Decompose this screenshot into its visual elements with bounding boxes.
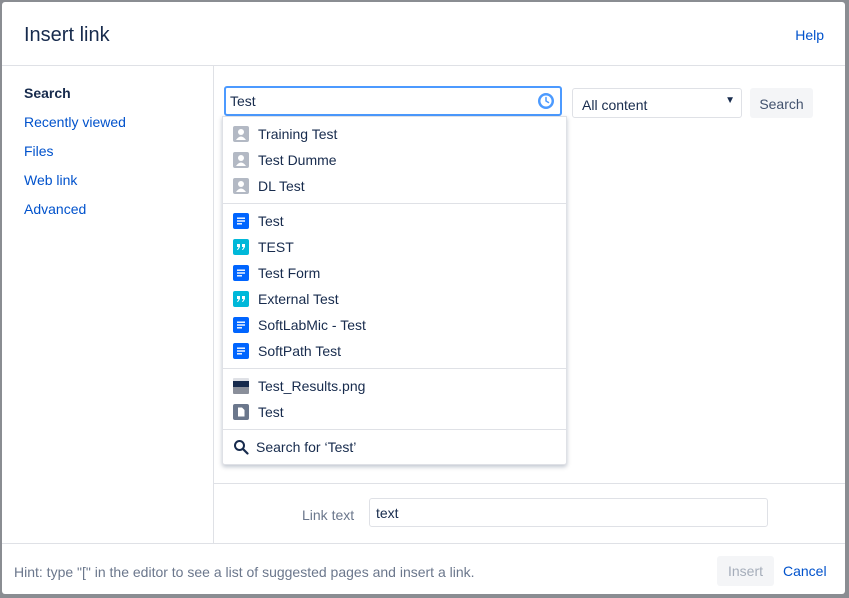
suggestion-page[interactable]: Test — [223, 208, 566, 234]
search-suggestions-dropdown: Training Test Test Dumme DL Test Test TE… — [222, 116, 567, 465]
suggestion-label: SoftPath Test — [258, 343, 342, 359]
page-icon — [233, 213, 249, 229]
suggestion-label: Test — [258, 213, 284, 229]
user-icon — [233, 178, 249, 194]
user-icon — [233, 126, 249, 142]
cancel-button[interactable]: Cancel — [783, 563, 827, 579]
page-icon — [233, 343, 249, 359]
user-icon — [233, 152, 249, 168]
image-icon — [233, 378, 249, 394]
blog-icon — [233, 239, 249, 255]
divider — [223, 203, 566, 204]
search-button[interactable]: Search — [750, 88, 813, 118]
suggestion-user[interactable]: DL Test — [223, 173, 566, 199]
content-scope-value: All content — [582, 97, 648, 113]
hint-text: Hint: type "[" in the editor to see a li… — [14, 564, 475, 580]
search-for-option[interactable]: Search for ‘Test’ — [223, 434, 566, 460]
sidebar-item-advanced[interactable]: Advanced — [24, 201, 86, 217]
suggestion-page[interactable]: SoftPath Test — [223, 338, 566, 364]
suggestion-label: TEST — [258, 239, 294, 255]
page-icon — [233, 265, 249, 281]
divider — [223, 368, 566, 369]
sidebar-item-web-link[interactable]: Web link — [24, 172, 77, 188]
search-icon — [234, 440, 249, 455]
sidebar-item-files[interactable]: Files — [24, 143, 54, 159]
clock-icon[interactable] — [537, 92, 555, 110]
link-text-input[interactable] — [369, 498, 768, 527]
help-link[interactable]: Help — [795, 27, 824, 43]
suggestion-page[interactable]: SoftLabMic - Test — [223, 312, 566, 338]
suggestion-blog[interactable]: External Test — [223, 286, 566, 312]
insert-button[interactable]: Insert — [717, 556, 774, 586]
search-input[interactable] — [230, 92, 530, 110]
divider — [223, 429, 566, 430]
page-icon — [233, 317, 249, 333]
divider — [214, 483, 845, 484]
sidebar: Search Recently viewed Files Web link Ad… — [2, 66, 214, 543]
suggestion-label: Test Form — [258, 265, 321, 281]
suggestion-file[interactable]: Test_Results.png — [223, 373, 566, 399]
dialog-footer: Hint: type "[" in the editor to see a li… — [2, 543, 845, 595]
file-icon — [233, 404, 249, 420]
content-scope-select[interactable]: All content ▼ — [572, 88, 742, 118]
blog-icon — [233, 291, 249, 307]
suggestion-user[interactable]: Training Test — [223, 121, 566, 147]
suggestion-label: Test Dumme — [258, 152, 337, 168]
suggestion-blog[interactable]: TEST — [223, 234, 566, 260]
suggestion-label: Test — [258, 404, 284, 420]
suggestion-user[interactable]: Test Dumme — [223, 147, 566, 173]
suggestion-page[interactable]: Test Form — [223, 260, 566, 286]
suggestion-label: Training Test — [258, 126, 338, 142]
link-text-label: Link text — [302, 507, 355, 523]
suggestion-label: Test_Results.png — [258, 378, 366, 394]
suggestion-label: External Test — [258, 291, 339, 307]
chevron-down-icon: ▼ — [725, 95, 735, 106]
dialog-title: Insert link — [24, 24, 110, 46]
sidebar-item-recently-viewed[interactable]: Recently viewed — [24, 114, 126, 130]
search-for-label: Search for ‘Test’ — [256, 439, 357, 455]
sidebar-item-search[interactable]: Search — [24, 85, 71, 101]
suggestion-file[interactable]: Test — [223, 399, 566, 425]
suggestion-label: SoftLabMic - Test — [258, 317, 366, 333]
suggestion-label: DL Test — [258, 178, 305, 194]
dialog-header: Insert link Help — [2, 2, 845, 66]
search-input-wrapper — [224, 86, 562, 116]
